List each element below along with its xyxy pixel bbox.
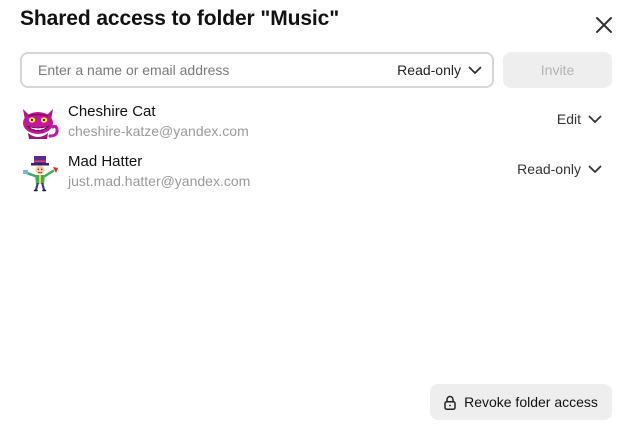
name-or-email-input[interactable] — [38, 54, 368, 86]
member-name: Cheshire Cat — [68, 103, 156, 120]
invite-row: Read-only Invite — [20, 52, 612, 88]
chevron-down-icon — [588, 115, 602, 123]
share-dialog: Shared access to folder "Music" Read-onl… — [0, 0, 629, 440]
mad-hatter-avatar — [23, 156, 58, 192]
member-row: Cheshire Cat cheshire-katze@yandex.com E… — [20, 103, 612, 145]
close-icon[interactable] — [594, 15, 614, 35]
lock-icon — [444, 395, 456, 410]
member-email: just.mad.hatter@yandex.com — [68, 173, 251, 189]
dialog-title: Shared access to folder "Music" — [20, 7, 340, 30]
revoke-label: Revoke folder access — [464, 394, 598, 410]
chevron-down-icon — [468, 66, 482, 74]
invite-permission-select[interactable]: Read-only — [397, 54, 482, 86]
cheshire-cat-avatar — [23, 109, 59, 139]
member-name: Mad Hatter — [68, 153, 143, 170]
invite-permission-label: Read-only — [397, 62, 461, 78]
avatar — [20, 156, 60, 192]
invite-button[interactable]: Invite — [503, 52, 612, 88]
member-permission-label: Read-only — [517, 161, 581, 177]
member-permission-label: Edit — [556, 111, 581, 127]
avatar — [20, 106, 60, 142]
chevron-down-icon — [588, 165, 602, 173]
revoke-folder-access-button[interactable]: Revoke folder access — [430, 384, 612, 420]
member-permission-select[interactable]: Edit — [557, 111, 602, 127]
member-permission-select[interactable]: Read-only — [517, 161, 602, 177]
member-row: Mad Hatter just.mad.hatter@yandex.com Re… — [20, 153, 612, 195]
member-email: cheshire-katze@yandex.com — [68, 123, 249, 139]
invite-field: Read-only — [20, 52, 494, 88]
